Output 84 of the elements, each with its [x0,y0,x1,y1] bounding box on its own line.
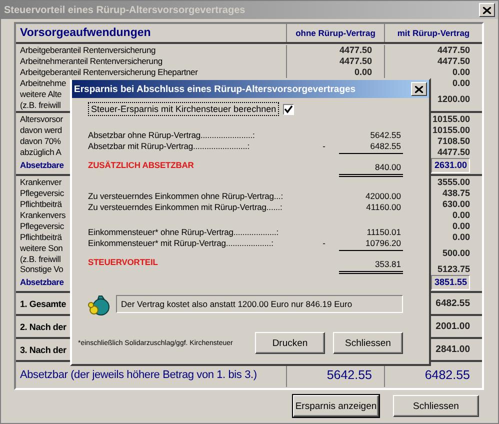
table-cell: 500.00 [442,248,470,259]
row-label: 2. Nach der [19,322,66,332]
table-cell: 6482.55 [436,298,470,309]
dialog-button[interactable]: Ersparnis anzeigen [293,395,379,417]
table-cell: 6482.55 [424,368,470,382]
message-field: Der Vertrag kostet also anstatt 1200.00 Euro nur 846.19 Euro [116,295,403,313]
table-cell: 0.00 [452,78,470,89]
table-cell: 3851.55 [431,275,470,290]
row-label: davon werd [19,125,62,136]
dialog-button[interactable]: Schliessen [333,332,403,354]
close-icon [415,86,423,92]
calc-label: STEUERVORTEIL [88,257,159,269]
checkbox[interactable] [283,104,294,114]
table-cell: 4477.50 [437,56,470,67]
calc-label: ZUSÄTZLICH ABSETZBAR [88,160,195,172]
row-label: Krankenvers [19,210,66,221]
calc-label: Zu versteuerndes Einkommen ohne Rürup-Vertrag...: [88,191,284,202]
row-label: Absetzbare [19,160,64,171]
table-cell: 5642.55 [326,368,372,382]
table-cell: 10155.00 [432,114,470,125]
calc-label: Einkommensteuer* mit Rürup-Vertrag....................: [88,238,274,250]
calc-value: 6482.55 [339,141,403,154]
table-cell: 4477.50 [437,45,470,56]
calc-value: 11150.01 [366,227,402,238]
calc-label: Zu versteuerndes Einkommen mit Rürup-Vertrag......: [88,202,284,213]
table-cell: 5123.75 [437,264,470,275]
dialog-button[interactable]: Schliessen [393,395,479,417]
close-icon [483,6,491,14]
row-label: Absetzbare [19,277,64,288]
calc-label: Einkommensteuer* ohne Rürup-Vertrag...................: [88,227,280,238]
minus-sign: - [322,238,326,250]
calc-value: 353.81 [339,257,403,274]
table-cell: 438.75 [442,188,470,199]
table-cell: 0.00 [354,67,372,78]
row-label: 1. Gesamte [19,298,66,308]
calc-value: 41160.00 [365,202,402,213]
row-label: Pflegeversic [19,221,64,232]
row-label: Altersvorsor [19,114,63,125]
calc-value: 10796.20 [339,238,403,251]
row-label: abzüglich A [19,147,62,158]
row-label: davon 70% [19,136,61,147]
table-cell: 2001.00 [436,321,470,332]
dialog-button[interactable]: Drucken [255,332,325,354]
table-cell: 4477.50 [339,45,372,56]
table-cell: 0.00 [452,221,470,232]
row-label: Absetzbar (der jeweils höhere Betrag von 1. bis 3.) [19,369,257,381]
row-label: Pflegeversic [19,188,64,199]
table-cell: 630.00 [442,199,470,210]
table-cell: 3555.00 [437,177,470,188]
row-label: Pflichtbeiträ [19,232,62,243]
table-cell: 10155.00 [432,125,470,136]
dialog-title: Ersparnis bei Abschluss eines Rürup-Altersvorsorgevertrages [74,84,356,94]
row-label: weitere Alte (z.B. freiwill [19,89,62,110]
row-label: Arbeitgeberanteil Rentenversicherung [19,45,156,56]
window-title: Steuervorteil eines Rürup-Altersvorsorgevertrages [4,4,246,16]
row-label: Krankenver [19,177,62,188]
checkbox-label[interactable]: Steuer-Ersparnis mit Kirchensteuer berechnen [88,102,280,116]
calc-label: Absetzbar mit Rürup-Vertrag........................: [88,141,251,153]
calc-value: 840.00 [339,160,403,177]
section-heading: Vorsorgeaufwendungen [19,26,152,41]
table-cell: 0.00 [452,232,470,243]
column-header: ohne Rürup-Vertrag [286,24,384,42]
table-cell: 2631.00 [431,158,470,173]
calc-label: Absetzbar ohne Rürup-Vertrag.......................: [88,130,256,141]
row-label: 3. Nach der [19,344,66,354]
table-cell: 0.00 [452,210,470,221]
row-label: Arbeitgeberanteil Rentenversicherung Ehepartner [19,67,198,78]
table-cell: 2841.00 [436,344,470,355]
row-label: Arbeitnehme [19,78,66,89]
row-label: Pflichtbeiträ [19,199,62,210]
minus-sign: - [322,141,326,153]
table-cell: 4477.50 [437,147,470,158]
column-header: mit Rürup-Vertrag [384,24,482,42]
calc-value: 42000.00 [364,191,402,202]
table-cell: 1200.00 [437,94,470,105]
row-label: Arbeitnehmeranteil Rentenversicherung [19,56,162,67]
table-cell: 4477.50 [339,56,372,67]
close-button[interactable] [411,82,427,96]
row-label: Sonstige Vo [19,264,64,275]
calc-value: 5642.55 [369,130,402,141]
row-label: weitere Son (z.B. freiwill [19,243,63,264]
table-cell: 0.00 [452,67,470,78]
table-cell: 7108.50 [437,136,470,147]
close-button[interactable] [479,3,495,17]
